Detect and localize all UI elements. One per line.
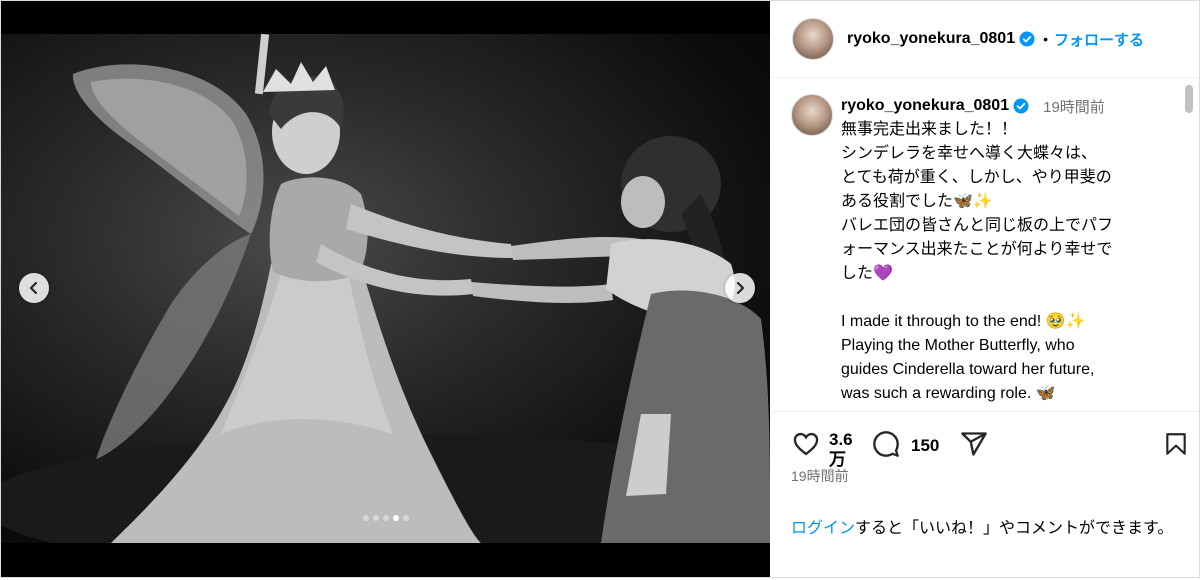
post-sidebar: ryoko_yonekura_0801 • フォローする ryoko_yonek…: [771, 1, 1199, 577]
caption-text: 無事完走出来ました！！ シンデレラを幸せへ導く大蝶々は、 とても荷が重く、しかし…: [841, 121, 1114, 410]
post-actions: 3.6 万 150 19時間前 ログインすると「いいね！」やコメントができます。: [771, 411, 1199, 580]
separator: •: [1043, 31, 1049, 47]
caption: ryoko_yonekura_0801 19時間前 無事完走出来ました！！ シン…: [841, 94, 1171, 410]
verified-badge-icon: [1019, 31, 1035, 47]
heart-icon[interactable]: [791, 430, 821, 458]
comments-count[interactable]: 150: [911, 436, 939, 456]
carousel-dot: [392, 515, 399, 521]
caption-username[interactable]: ryoko_yonekura_0801: [841, 97, 1009, 115]
header-user: ryoko_yonekura_0801 • フォローする: [847, 29, 1144, 50]
post-photo: [1, 34, 770, 543]
action-row: 3.6 万 150: [789, 426, 1187, 476]
login-prompt-text: すると「いいね！」やコメントができます。: [855, 520, 1174, 537]
username-link[interactable]: ryoko_yonekura_0801: [847, 30, 1015, 48]
bookmark-icon[interactable]: [1163, 430, 1189, 458]
chevron-right-icon: [736, 282, 745, 294]
photo-illustration: [1, 34, 770, 543]
share-icon[interactable]: [959, 430, 989, 458]
verified-badge-icon: [1013, 98, 1029, 114]
carousel-dot: [362, 515, 369, 521]
avatar[interactable]: [792, 18, 834, 60]
previous-slide-button[interactable]: [19, 273, 49, 303]
caption-avatar[interactable]: [791, 94, 833, 136]
post-time[interactable]: 19時間前: [791, 466, 849, 486]
caption-time[interactable]: 19時間前: [1043, 96, 1105, 117]
carousel-dot: [372, 515, 379, 521]
carousel-dot: [402, 515, 409, 521]
post-header: ryoko_yonekura_0801 • フォローする: [771, 1, 1199, 78]
follow-button[interactable]: フォローする: [1054, 29, 1144, 50]
next-slide-button[interactable]: [725, 273, 755, 303]
likes-count[interactable]: 3.6 万: [829, 430, 853, 470]
scrollbar-thumb[interactable]: [1185, 85, 1193, 113]
carousel-indicators: [1, 515, 770, 521]
login-prompt: ログインすると「いいね！」やコメントができます。: [791, 517, 1181, 541]
caption-header: ryoko_yonekura_0801 19時間前: [841, 94, 1171, 118]
comments-scrollbar[interactable]: [1183, 81, 1194, 411]
carousel-dot: [382, 515, 389, 521]
chevron-left-icon: [29, 282, 38, 294]
comments-section[interactable]: ryoko_yonekura_0801 19時間前 無事完走出来ました！！ シン…: [771, 78, 1199, 410]
comment-icon[interactable]: [871, 430, 901, 458]
login-link[interactable]: ログイン: [791, 520, 855, 537]
post-media[interactable]: [1, 1, 770, 577]
